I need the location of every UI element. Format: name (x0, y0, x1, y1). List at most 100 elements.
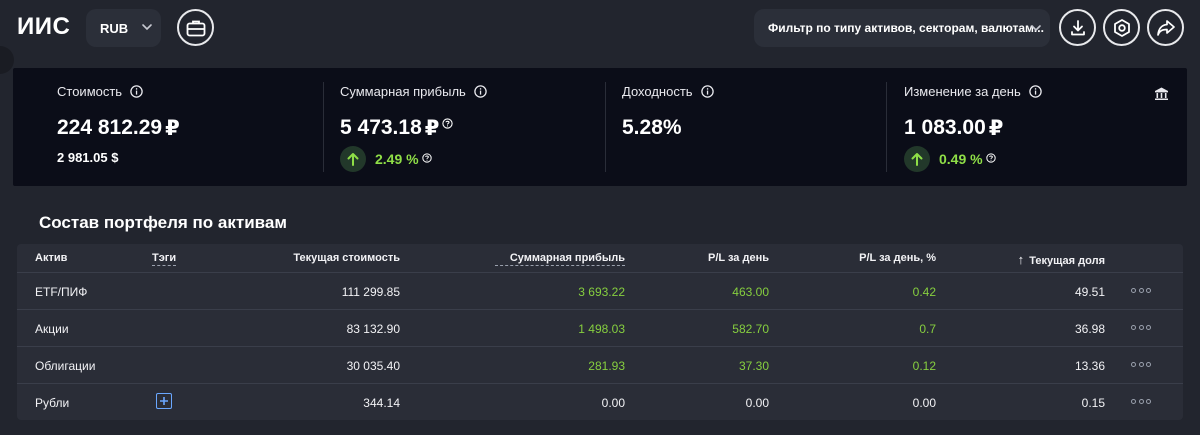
cell-current-value: 344.14 (363, 396, 400, 410)
currency-select[interactable]: RUB (86, 9, 161, 47)
metric-total-profit: Суммарная прибыль 5 473.18 ₽ 2.49 % (340, 68, 600, 186)
portfolio-button[interactable] (177, 9, 214, 46)
cell-asset: ETF/ПИФ (35, 285, 88, 299)
column-share[interactable]: ↑ Текущая доля (955, 252, 1105, 267)
total-profit-change: 2.49 % (340, 146, 432, 172)
asset-filter-select[interactable]: Фильтр по типу активов, секторам, валюта… (754, 9, 1050, 47)
metric-label: Изменение за день (904, 84, 1042, 99)
hexagon-settings-icon (1113, 18, 1130, 37)
column-pl-day-pct[interactable]: P/L за день, % (816, 252, 936, 264)
more-icon[interactable] (1131, 283, 1151, 297)
table-row[interactable]: Облигации 30 035.40 281.93 37.30 0.12 13… (17, 347, 1183, 384)
portfolio-table: Актив Тэги Текущая стоимость Суммарная п… (17, 244, 1183, 420)
total-value: 224 812.29 ₽ (57, 116, 180, 141)
help-icon[interactable] (442, 118, 454, 129)
column-pl-day[interactable]: P/L за день (649, 252, 769, 264)
share-button[interactable] (1147, 9, 1184, 46)
cell-current-value: 83 132.90 (346, 322, 400, 336)
yield-value: 5.28% (622, 116, 682, 139)
cell-pl-day-pct: 0.12 (912, 359, 936, 373)
metric-label: Доходность (622, 84, 714, 99)
info-icon[interactable] (700, 85, 714, 98)
total-value-amount: 224 812.29 (57, 116, 163, 139)
column-total-profit[interactable]: Суммарная прибыль (495, 252, 625, 266)
metric-label-text: Суммарная прибыль (340, 84, 466, 99)
arrow-up-icon (904, 146, 930, 172)
change-percent-value: 2.49 % (375, 151, 419, 167)
help-icon[interactable] (421, 153, 432, 163)
metric-yield: Доходность 5.28% (622, 68, 882, 186)
bank-icon[interactable] (1154, 86, 1169, 101)
cell-asset: Рубли (35, 396, 70, 410)
day-change-amount: 1 083.00 (904, 116, 986, 139)
change-percent: 0.49 % (939, 151, 996, 167)
cell-asset: Облигации (35, 359, 96, 373)
currency-symbol: ₽ (988, 117, 1004, 140)
change-percent-value: 0.49 % (939, 151, 983, 167)
day-change-percent-row: 0.49 % (904, 146, 996, 172)
cell-pl-day-pct: 0.42 (912, 285, 936, 299)
cell-pl-day-pct: 0.7 (919, 322, 936, 336)
cell-share: 13.36 (1074, 359, 1105, 373)
cell-pl-day-pct: 0.00 (912, 396, 936, 410)
metric-value: Стоимость 224 812.29 ₽ 2 981.05 $ (57, 68, 317, 186)
info-icon[interactable] (474, 85, 487, 98)
info-icon[interactable] (130, 85, 143, 98)
cell-current-value: 111 299.85 (341, 285, 400, 299)
cell-total-profit: 281.93 (588, 359, 625, 373)
sort-arrow-icon: ↑ (1017, 252, 1025, 267)
help-icon[interactable] (985, 153, 996, 163)
sidebar-toggle[interactable] (0, 46, 14, 74)
asset-filter-placeholder: Фильтр по типу активов, секторам, валюта… (768, 21, 1044, 35)
cell-total-profit: 1 498.03 (578, 322, 625, 336)
chevron-down-icon (142, 24, 152, 31)
top-bar: ИИС RUB Фильтр по типу активов, секторам… (0, 0, 1200, 74)
metric-label-text: Изменение за день (904, 84, 1021, 99)
metric-day-change: Изменение за день 1 083.00 ₽ 0.49 % (904, 68, 1144, 186)
chevron-down-icon (1031, 25, 1041, 32)
total-profit-amount: 5 473.18 (340, 116, 422, 139)
metric-label: Суммарная прибыль (340, 84, 487, 99)
page-title: ИИС (17, 13, 71, 40)
metric-label: Стоимость (57, 84, 143, 99)
settings-button[interactable] (1103, 9, 1140, 46)
cell-share: 49.51 (1074, 285, 1105, 299)
download-button[interactable] (1059, 9, 1096, 46)
divider (605, 82, 606, 172)
more-icon[interactable] (1131, 357, 1151, 371)
total-profit: 5 473.18 ₽ (340, 116, 454, 141)
section-title: Состав портфеля по активам (39, 213, 287, 232)
share-icon (1156, 19, 1175, 36)
more-icon[interactable] (1131, 320, 1151, 334)
divider (886, 82, 887, 172)
currency-select-value: RUB (100, 20, 129, 36)
column-tags[interactable]: Тэги (152, 252, 177, 266)
cell-total-profit: 3 693.22 (578, 285, 625, 299)
table-row[interactable]: ETF/ПИФ 111 299.85 3 693.22 463.00 0.42 … (17, 273, 1183, 310)
more-icon[interactable] (1131, 394, 1151, 408)
change-percent: 2.49 % (375, 151, 432, 167)
summary-panel: Стоимость 224 812.29 ₽ 2 981.05 $ Суммар… (13, 68, 1187, 186)
column-current-value[interactable]: Текущая стоимость (250, 252, 400, 264)
table-header: Актив Тэги Текущая стоимость Суммарная п… (17, 244, 1183, 273)
cell-pl-day: 0.00 (745, 396, 769, 410)
divider (323, 82, 324, 172)
download-icon (1070, 19, 1085, 35)
table-row[interactable]: Акции 83 132.90 1 498.03 582.70 0.7 36.9… (17, 310, 1183, 347)
cell-total-profit: 0.00 (601, 396, 625, 410)
table-row[interactable]: Рубли 344.14 0.00 0.00 0.00 0.15 (17, 384, 1183, 420)
cell-asset: Акции (35, 322, 69, 336)
cell-share: 36.98 (1074, 322, 1105, 336)
arrow-up-icon (340, 146, 366, 172)
column-share-label: Текущая доля (1029, 255, 1105, 267)
info-icon[interactable] (1028, 85, 1042, 98)
plus-square-icon[interactable] (156, 393, 172, 409)
cell-current-value: 30 035.40 (346, 359, 400, 373)
briefcase-icon (186, 20, 205, 36)
cell-pl-day: 463.00 (732, 285, 769, 299)
cell-pl-day: 37.30 (738, 359, 769, 373)
currency-symbol: ₽ (424, 117, 440, 140)
cell-share: 0.15 (1081, 396, 1105, 410)
total-value-usd: 2 981.05 $ (57, 150, 119, 165)
column-asset[interactable]: Актив (35, 252, 67, 264)
